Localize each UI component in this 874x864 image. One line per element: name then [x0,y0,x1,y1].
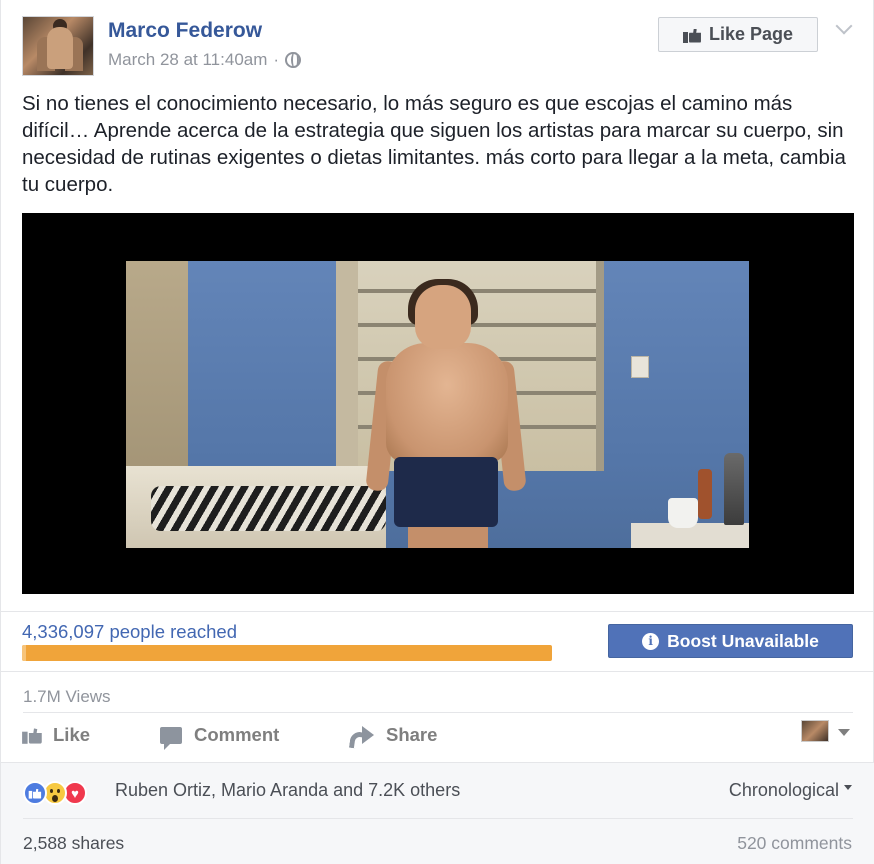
post-meta: March 28 at 11:40am · [108,50,302,70]
video-scene-mug [668,498,698,528]
comment-sort-dropdown[interactable]: Chronological [729,780,852,801]
video-scene-curtain [336,261,358,471]
post-text: Si no tienes el conocimiento necesario, … [22,92,846,196]
like-reaction-icon[interactable] [23,781,47,805]
info-icon: i [642,632,660,650]
video-scene-blanket [151,486,386,531]
chevron-down-icon[interactable] [834,20,856,36]
facebook-post: Marco Federow March 28 at 11:40am · Like… [0,0,874,864]
reach-progress-fill [22,645,552,661]
people-reached[interactable]: 4,336,097 people reached [22,621,237,643]
like-label: Like [53,724,91,745]
divider [23,712,853,713]
share-label: Share [386,724,438,745]
page-avatar-selector[interactable] [801,720,829,742]
video-scene-person-torso [386,343,508,463]
thumbs-up-icon [22,726,42,744]
author-name[interactable]: Marco Federow [108,19,262,43]
comment-icon [160,726,182,750]
video-player[interactable] [22,213,854,594]
share-icon [350,726,374,744]
post-timestamp[interactable]: March 28 at 11:40am [108,50,267,70]
share-count[interactable]: 2,588 shares [23,833,124,854]
video-scene-person-head [415,285,471,349]
divider [1,611,874,612]
like-page-button[interactable]: Like Page [658,17,818,52]
video-scene-person-shorts [394,457,498,527]
reaction-names[interactable]: Ruben Ortiz, Mario Aranda and 7.2K other… [115,780,460,801]
view-count: 1.7M Views [23,687,111,706]
like-button[interactable]: Like [22,722,91,748]
reach-progress-bar [22,645,552,661]
video-frame [126,261,749,548]
video-scene-bottle [698,469,712,519]
thumbs-up-icon [682,27,701,43]
author-avatar[interactable] [22,16,94,76]
sort-label: Chronological [728,780,839,800]
comment-label: Comment [194,724,280,745]
video-scene-bottle [724,453,744,525]
video-scene-light-switch [631,356,649,378]
comment-count[interactable]: 520 comments [737,833,852,854]
caret-down-icon [844,785,852,790]
globe-icon[interactable] [285,52,302,68]
avatar-figure-shape [47,27,73,69]
meta-separator: · [273,50,280,69]
divider [1,671,874,672]
caret-down-icon[interactable] [838,729,850,736]
thumbs-up-icon [28,787,42,799]
share-button[interactable]: Share [350,722,437,748]
boost-label: Boost Unavailable [667,630,819,651]
divider [23,818,853,819]
comment-button[interactable]: Comment [160,722,280,750]
boost-unavailable-button[interactable]: i Boost Unavailable [608,624,853,658]
like-page-label: Like Page [708,24,794,44]
